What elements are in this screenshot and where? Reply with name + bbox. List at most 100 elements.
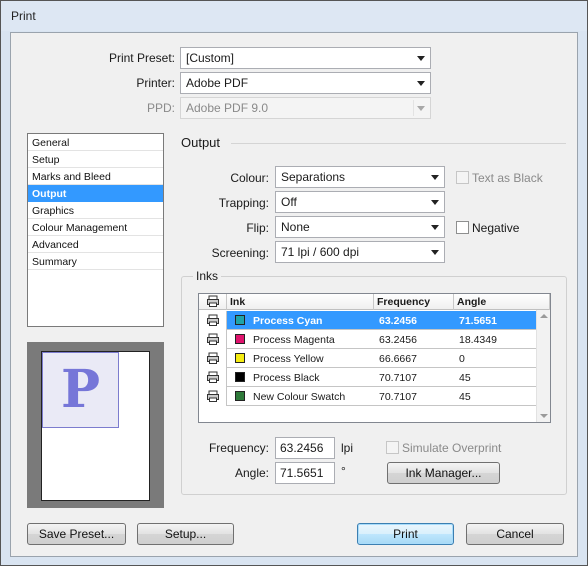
ink-angle-cell: 0 [459, 353, 465, 365]
chevron-down-icon [431, 225, 439, 230]
sidebar-item-marks-and-bleed[interactable]: Marks and Bleed [28, 168, 163, 185]
print-preset-label: Print Preset: [108, 51, 175, 65]
printer-icon [207, 352, 219, 364]
inks-scrollbar[interactable] [536, 310, 550, 422]
ink-frequency-cell: 70.7107 [379, 372, 417, 384]
print-ink-toggle[interactable] [199, 387, 227, 406]
save-preset-button[interactable]: Save Preset... [27, 523, 126, 545]
ink-angle-cell: 18.4349 [459, 334, 497, 346]
simulate-overprint-label: Simulate Overprint [402, 441, 502, 455]
inks-table[interactable]: Ink Frequency Angle Process Cyan 63.2456 7… [198, 293, 551, 423]
sidebar-item-summary[interactable]: Summary [28, 253, 163, 270]
ink-angle-cell: 71.5651 [459, 315, 497, 327]
column-ink-header[interactable]: Ink [227, 294, 374, 310]
ink-angle-cell: 45 [459, 372, 471, 384]
printer-icon [207, 314, 219, 326]
screening-select[interactable]: 71 lpi / 600 dpi [275, 241, 445, 263]
negative-checkbox[interactable] [456, 221, 469, 234]
ink-angle-cell: 45 [459, 391, 471, 403]
ink-row[interactable]: Process Cyan 63.2456 71.5651 [199, 311, 536, 330]
print-ink-toggle[interactable] [199, 349, 227, 368]
print-ink-toggle[interactable] [199, 368, 227, 387]
ink-frequency-cell: 66.6667 [379, 353, 417, 365]
ink-row[interactable]: Process Magenta 63.2456 18.4349 [199, 330, 536, 349]
title-bar[interactable]: Print [1, 1, 587, 31]
printer-label: Printer: [136, 76, 175, 90]
dialog-body: Print Preset: [Custom] Printer: Adobe PD… [10, 32, 578, 557]
angle-field[interactable]: 71.5651 [275, 462, 335, 484]
ink-swatch [235, 334, 245, 344]
trapping-value: Off [281, 195, 297, 209]
ink-row[interactable]: Process Yellow 66.6667 0 [199, 349, 536, 368]
ink-name-cell: Process Yellow [253, 353, 324, 365]
ppd-value: Adobe PDF 9.0 [186, 101, 269, 115]
flip-value: None [281, 220, 310, 234]
window-title: Print [11, 9, 36, 23]
ppd-select: Adobe PDF 9.0 [180, 97, 431, 119]
frequency-label: Frequency: [208, 441, 269, 455]
chevron-down-icon [417, 106, 425, 111]
sidebar-item-output[interactable]: Output [28, 185, 163, 202]
inks-group-title: Inks [193, 269, 222, 283]
negative-label: Negative [472, 221, 520, 235]
preview-page: P [41, 351, 150, 501]
column-angle-header[interactable]: Angle [454, 294, 550, 310]
scroll-down-icon[interactable] [540, 414, 548, 418]
ppd-label: PPD: [146, 101, 175, 115]
ink-name-cell: Process Magenta [253, 334, 335, 346]
ink-frequency-cell: 63.2456 [379, 315, 417, 327]
setup-button[interactable]: Setup... [137, 523, 234, 545]
ink-frequency-cell: 70.7107 [379, 391, 417, 403]
printer-icon [199, 294, 227, 310]
output-section-title: Output [181, 135, 221, 150]
chevron-down-icon [417, 81, 425, 86]
print-dialog: Print Print Preset: [Custom] Printer: Ad… [0, 0, 588, 566]
scroll-up-icon[interactable] [540, 314, 548, 318]
colour-select[interactable]: Separations [275, 166, 445, 188]
text-as-black-checkbox[interactable] [456, 171, 469, 184]
chevron-down-icon [431, 175, 439, 180]
frequency-field[interactable]: 63.2456 [275, 437, 335, 459]
print-button[interactable]: Print [357, 523, 454, 545]
cancel-button[interactable]: Cancel [466, 523, 564, 545]
section-divider [231, 143, 566, 144]
preview-content-box: P [42, 352, 119, 428]
print-sections-list[interactable]: General Setup Marks and Bleed Output Graphic… [27, 133, 164, 327]
printer-icon [207, 371, 219, 383]
angle-unit: ° [341, 464, 346, 478]
print-ink-toggle[interactable] [199, 330, 227, 349]
ink-swatch [235, 353, 245, 363]
ink-row[interactable]: Process Black 70.7107 45 [199, 368, 536, 387]
sidebar-item-setup[interactable]: Setup [28, 151, 163, 168]
printer-icon [207, 333, 219, 345]
print-ink-toggle[interactable] [199, 311, 227, 330]
ink-name-cell: Process Cyan [253, 315, 323, 327]
sidebar-item-colour-management[interactable]: Colour Management [28, 219, 163, 236]
sidebar-item-general[interactable]: General [28, 134, 163, 151]
ink-swatch [235, 315, 245, 325]
sidebar-item-advanced[interactable]: Advanced [28, 236, 163, 253]
chevron-down-icon [431, 250, 439, 255]
flip-select[interactable]: None [275, 216, 445, 238]
simulate-overprint-checkbox[interactable] [386, 441, 399, 454]
column-frequency-header[interactable]: Frequency [374, 294, 454, 310]
print-preset-select[interactable]: [Custom] [180, 47, 431, 69]
flip-label: Flip: [246, 221, 269, 235]
preview-letter: P [61, 359, 101, 420]
trapping-select[interactable]: Off [275, 191, 445, 213]
screening-label: Screening: [211, 246, 269, 260]
page-preview: P [27, 342, 164, 508]
ink-swatch [235, 391, 245, 401]
sidebar-item-graphics[interactable]: Graphics [28, 202, 163, 219]
ink-manager-button[interactable]: Ink Manager... [387, 462, 500, 484]
dropdown-separator [413, 100, 414, 116]
colour-label: Colour: [230, 171, 269, 185]
text-as-black-label: Text as Black [472, 171, 543, 185]
colour-value: Separations [281, 170, 346, 184]
screening-value: 71 lpi / 600 dpi [281, 245, 360, 259]
inks-table-header: Ink Frequency Angle [199, 294, 550, 310]
sidebar-items: General Setup Marks and Bleed Output Graphic… [28, 134, 163, 270]
chevron-down-icon [431, 200, 439, 205]
printer-select[interactable]: Adobe PDF [180, 72, 431, 94]
ink-row[interactable]: New Colour Swatch 70.7107 45 [199, 387, 536, 406]
